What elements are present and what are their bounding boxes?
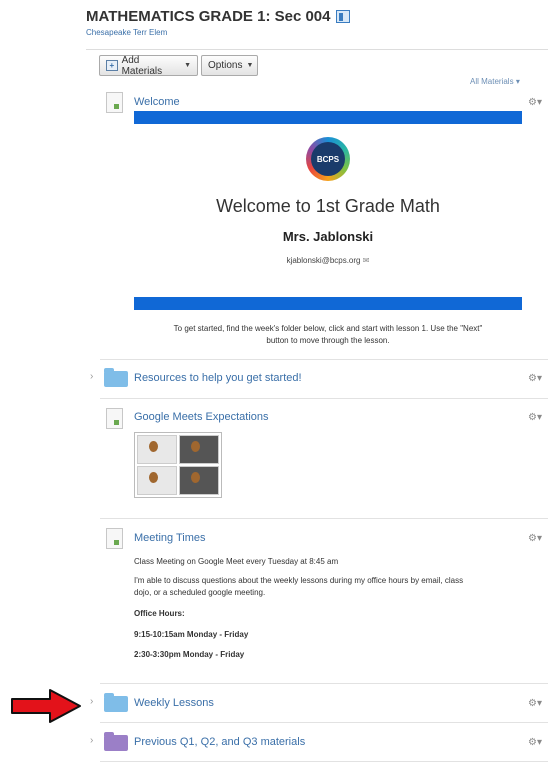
welcome-instructions-line-2: button to move through the lesson. [266,336,390,345]
bcps-logo: BCPS [306,137,350,181]
teacher-email: kjablonski@bcps.org ✉ [134,256,522,265]
add-materials-button[interactable]: + Add Materials ▼ [99,54,198,77]
office-hours-description-line-1: I'm able to discuss questions about the … [134,576,464,585]
row-divider [100,398,548,399]
red-arrow-annotation [11,689,81,723]
row-divider [100,722,548,723]
teacher-email-text[interactable]: kjablonski@bcps.org [287,256,361,265]
course-school-link[interactable]: Chesapeake Terr Elem [86,28,167,37]
chevron-down-icon: ▾ [515,77,520,86]
document-icon [106,528,123,549]
gear-icon[interactable]: ⚙▾ [528,412,542,423]
row-divider [100,761,548,762]
previous-materials-folder-title[interactable]: Previous Q1, Q2, and Q3 materials [134,736,305,748]
chevron-down-icon: ▼ [184,62,191,69]
row-divider [100,683,548,684]
gear-icon[interactable]: ⚙▾ [528,97,542,108]
chevron-right-icon[interactable]: › [90,696,93,707]
options-label: Options [208,60,243,71]
all-materials-filter[interactable]: All Materials ▾ [470,77,520,86]
meeting-times-title[interactable]: Meeting Times [134,532,206,544]
mail-icon: ✉ [362,256,370,265]
gear-icon[interactable]: ⚙▾ [528,737,542,748]
row-divider [100,359,548,360]
document-icon [106,408,123,429]
chevron-right-icon[interactable]: › [90,371,93,382]
chevron-right-icon[interactable]: › [90,735,93,746]
document-icon [106,92,123,113]
folder-icon [104,693,128,712]
gear-icon[interactable]: ⚙▾ [528,533,542,544]
office-hours-label: Office Hours: [134,609,185,618]
office-hours-morning: 9:15-10:15am Monday - Friday [134,630,249,639]
welcome-banner-top [134,111,522,124]
add-materials-icon: + [106,60,118,71]
welcome-title[interactable]: Welcome [134,96,180,108]
expectations-thumbnail-image[interactable] [134,432,222,498]
course-title: MATHEMATICS GRADE 1: Sec 004 [86,8,350,25]
thumbnail-panel [137,466,177,495]
gear-icon[interactable]: ⚙▾ [528,373,542,384]
folder-icon [104,368,128,387]
course-title-text: MATHEMATICS GRADE 1: Sec 004 [86,8,331,25]
welcome-heading: Welcome to 1st Grade Math [216,196,440,216]
google-meets-title[interactable]: Google Meets Expectations [134,411,269,423]
resources-folder-title[interactable]: Resources to help you get started! [134,372,302,384]
welcome-banner-bottom [134,297,522,310]
toolbar-divider [86,49,548,50]
filter-label: All Materials [470,77,514,86]
meeting-schedule-text: Class Meeting on Google Meet every Tuesd… [134,557,339,566]
thumbnail-panel [179,466,219,495]
office-hours-description-line-2: dojo, or a scheduled google meeting. [134,588,266,597]
weekly-lessons-folder-title[interactable]: Weekly Lessons [134,697,214,709]
welcome-instructions: To get started, find the week's folder b… [134,323,522,347]
teacher-name: Mrs. Jablonski [282,229,374,244]
thumbnail-panel [137,435,177,464]
thumbnail-panel [179,435,219,464]
course-info-icon[interactable] [335,10,350,23]
gear-icon[interactable]: ⚙▾ [528,698,542,709]
folder-icon [104,732,128,751]
chevron-down-icon: ▼ [246,62,254,69]
welcome-instructions-line-1: To get started, find the week's folder b… [173,324,483,333]
add-materials-label: Add Materials [121,54,163,77]
options-button[interactable]: Options ▼ [201,55,258,76]
office-hours-description: I'm able to discuss questions about the … [134,575,534,599]
bcps-logo-text: BCPS [311,142,345,176]
office-hours-afternoon: 2:30-3:30pm Monday - Friday [134,650,245,659]
row-divider [100,518,548,519]
